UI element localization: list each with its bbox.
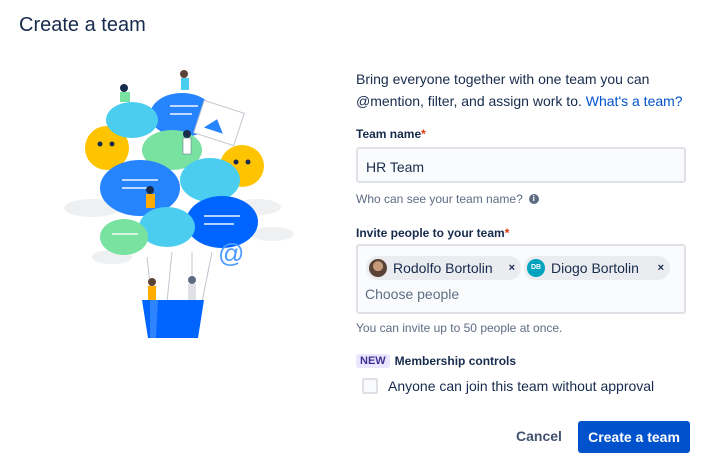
remove-person-icon[interactable]: × [509, 262, 515, 274]
whats-a-team-link[interactable]: What's a team? [586, 93, 683, 109]
invite-label-text: Invite people to your team [356, 226, 505, 240]
team-balloon-illustration: @ [64, 70, 294, 338]
team-name-label: Team name* [356, 127, 426, 141]
create-team-form: Bring everyone together with one team yo… [356, 68, 690, 394]
team-name-label-text: Team name [356, 127, 422, 141]
team-name-help: Who can see your team name? i [356, 192, 539, 206]
open-membership-option[interactable]: Anyone can join this team without approv… [362, 378, 654, 394]
choose-people-placeholder[interactable]: Choose people [365, 286, 459, 302]
invite-label: Invite people to your team* [356, 226, 509, 240]
required-mark: * [421, 127, 426, 141]
svg-text:@: @ [218, 238, 244, 268]
invite-help: You can invite up to 50 people at once. [356, 321, 563, 335]
open-membership-checkbox[interactable] [362, 378, 378, 394]
membership-controls-heading: NEW Membership controls [356, 354, 516, 368]
team-name-input[interactable]: HR Team [356, 147, 686, 183]
intro-text: Bring everyone together with one team yo… [356, 68, 690, 112]
dialog-title: Create a team [19, 14, 146, 36]
person-chip: DB Diogo Bortolin × [524, 256, 670, 280]
avatar: DB [527, 259, 545, 277]
cancel-button[interactable]: Cancel [516, 428, 562, 444]
info-icon[interactable]: i [528, 194, 539, 204]
person-chip-name: Diogo Bortolin [551, 260, 639, 276]
avatar [369, 259, 387, 277]
open-membership-label[interactable]: Anyone can join this team without approv… [388, 378, 654, 394]
person-chip-name: Rodolfo Bortolin [393, 260, 493, 276]
new-badge: NEW [356, 354, 390, 368]
people-picker[interactable]: Rodolfo Bortolin × DB Diogo Bortolin × C… [356, 244, 686, 314]
required-mark: * [504, 226, 510, 240]
team-name-value: HR Team [366, 159, 425, 175]
person-chip: Rodolfo Bortolin × [366, 256, 521, 280]
create-team-button[interactable]: Create a team [578, 421, 690, 453]
remove-person-icon[interactable]: × [658, 262, 664, 274]
team-name-help-text: Who can see your team name? [356, 192, 523, 206]
membership-label: Membership controls [394, 354, 517, 368]
